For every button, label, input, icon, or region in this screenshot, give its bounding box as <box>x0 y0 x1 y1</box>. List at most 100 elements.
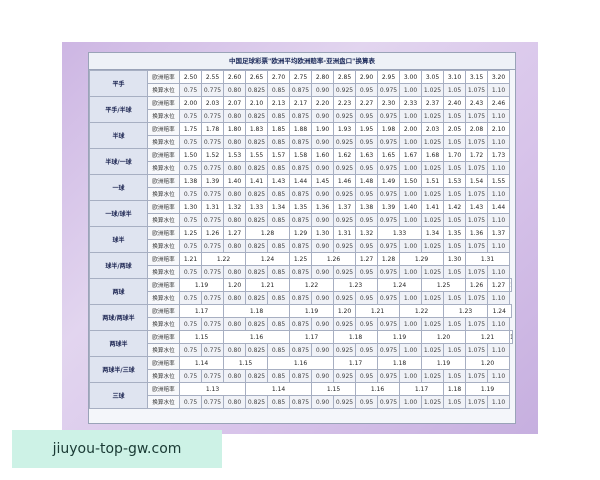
odds-cell: 1.24 <box>377 278 422 292</box>
odds-row-label: 欧洲赔率 <box>147 330 180 344</box>
odds-cell: 1.65 <box>377 148 400 162</box>
water-cell: 1.075 <box>465 369 488 383</box>
odds-cell: 2.00 <box>179 96 202 110</box>
handicap-label: 球半/两球 <box>89 252 148 279</box>
water-cell: 0.825 <box>245 109 268 123</box>
water-cell: 0.80 <box>223 291 246 305</box>
water-cell: 0.85 <box>267 395 290 409</box>
water-cell: 0.775 <box>201 291 224 305</box>
odds-cell: 1.26 <box>201 226 224 240</box>
odds-cell: 2.80 <box>311 70 334 84</box>
water-cell: 1.00 <box>399 83 422 97</box>
table-row: 半球 欧洲赔率 1.75 1.78 1.80 1.83 1.85 1.88 1.90 1.93 1.… <box>89 122 513 149</box>
water-cell: 1.075 <box>465 265 488 279</box>
water-cell: 0.90 <box>311 213 334 227</box>
water-cell: 0.90 <box>311 369 334 383</box>
water-cell: 1.10 <box>487 317 510 331</box>
odds-row-label: 欧洲赔率 <box>147 96 180 110</box>
water-cell: 0.775 <box>201 83 224 97</box>
odds-cell: 2.03 <box>201 96 224 110</box>
water-cell: 1.075 <box>465 317 488 331</box>
water-cell: 0.95 <box>355 83 378 97</box>
odds-cell: 1.27 <box>223 226 246 240</box>
odds-cell: 1.68 <box>421 148 444 162</box>
water-cell: 0.85 <box>267 265 290 279</box>
odds-cell: 2.03 <box>421 122 444 136</box>
water-cell: 0.975 <box>377 291 400 305</box>
odds-row-label: 欧洲赔率 <box>147 226 180 240</box>
water-cell: 0.875 <box>289 317 312 331</box>
odds-cell: 1.43 <box>267 174 290 188</box>
odds-cell: 1.28 <box>377 252 400 266</box>
odds-cell: 1.21 <box>355 304 400 318</box>
water-cell: 0.825 <box>245 239 268 253</box>
water-cell: 0.925 <box>333 83 356 97</box>
handicap-label: 三球 <box>89 382 148 409</box>
water-cell: 0.975 <box>377 239 400 253</box>
odds-cell: 2.85 <box>333 70 356 84</box>
water-cell: 1.05 <box>443 109 466 123</box>
water-cell: 1.075 <box>465 83 488 97</box>
odds-cell: 1.33 <box>377 226 422 240</box>
water-cell: 1.05 <box>443 187 466 201</box>
water-row-label: 换算水位 <box>147 395 180 409</box>
odds-cell: 1.39 <box>201 174 224 188</box>
water-cell: 0.95 <box>355 317 378 331</box>
odds-cell: 1.48 <box>355 174 378 188</box>
odds-cell: 3.10 <box>443 70 466 84</box>
water-cell: 0.925 <box>333 239 356 253</box>
odds-cell: 2.95 <box>377 70 400 84</box>
water-row-label: 换算水位 <box>147 239 180 253</box>
water-cell: 0.975 <box>377 187 400 201</box>
odds-cell: 3.00 <box>399 70 422 84</box>
odds-cell: 1.31 <box>201 200 224 214</box>
odds-cell: 1.42 <box>443 200 466 214</box>
odds-cell: 1.26 <box>311 252 356 266</box>
handicap-label: 两球 <box>89 278 148 305</box>
water-cell: 0.775 <box>201 109 224 123</box>
water-cell: 1.05 <box>443 213 466 227</box>
water-cell: 0.975 <box>377 135 400 149</box>
odds-cell: 2.33 <box>399 96 422 110</box>
water-cell: 0.75 <box>179 135 202 149</box>
water-cell: 0.875 <box>289 135 312 149</box>
water-cell: 1.025 <box>421 317 444 331</box>
odds-cell: 1.17 <box>399 382 444 396</box>
water-cell: 0.90 <box>311 395 334 409</box>
water-cell: 0.925 <box>333 213 356 227</box>
odds-cell: 2.55 <box>201 70 224 84</box>
odds-row-label: 欧洲赔率 <box>147 174 180 188</box>
table-row: 换算水位 0.75 0.775 0.80 0.825 0.85 0.875 0.90 0.925… <box>90 395 513 409</box>
odds-cell: 1.14 <box>179 356 224 370</box>
water-cell: 0.90 <box>311 135 334 149</box>
water-cell: 0.875 <box>289 213 312 227</box>
odds-cell: 1.19 <box>179 278 224 292</box>
water-cell: 0.775 <box>201 161 224 175</box>
odds-cell: 1.24 <box>245 252 290 266</box>
water-cell: 1.025 <box>421 213 444 227</box>
water-cell: 1.025 <box>421 135 444 149</box>
water-cell: 0.925 <box>333 109 356 123</box>
odds-cell: 1.32 <box>355 226 378 240</box>
odds-cell: 3.15 <box>465 70 488 84</box>
water-cell: 0.925 <box>333 395 356 409</box>
odds-cell: 2.07 <box>223 96 246 110</box>
water-cell: 0.95 <box>355 291 378 305</box>
table-row: 换算水位 0.75 0.775 0.80 0.825 0.85 0.875 0.90 0.925… <box>90 83 513 97</box>
handicap-label: 一球 <box>89 174 148 201</box>
odds-cell: 1.28 <box>509 278 512 292</box>
odds-cell: 2.00 <box>399 122 422 136</box>
odds-cell: 1.17 <box>179 304 224 318</box>
water-cell: 0.90 <box>311 161 334 175</box>
table-row: 换算水位 0.75 0.775 0.80 0.825 0.85 0.875 0.90 0.925… <box>90 291 513 305</box>
water-cell: 1.05 <box>443 239 466 253</box>
odds-row-label: 欧洲赔率 <box>147 148 180 162</box>
water-cell: 0.80 <box>223 317 246 331</box>
water-cell: 1.025 <box>421 109 444 123</box>
water-cell: 0.95 <box>355 265 378 279</box>
water-cell: 1.025 <box>421 343 444 357</box>
odds-cell: 2.46 <box>487 96 510 110</box>
odds-cell: 1.90 <box>311 122 334 136</box>
odds-row-label: 欧洲赔率 <box>147 70 180 84</box>
water-cell: 1.10 <box>487 109 510 123</box>
